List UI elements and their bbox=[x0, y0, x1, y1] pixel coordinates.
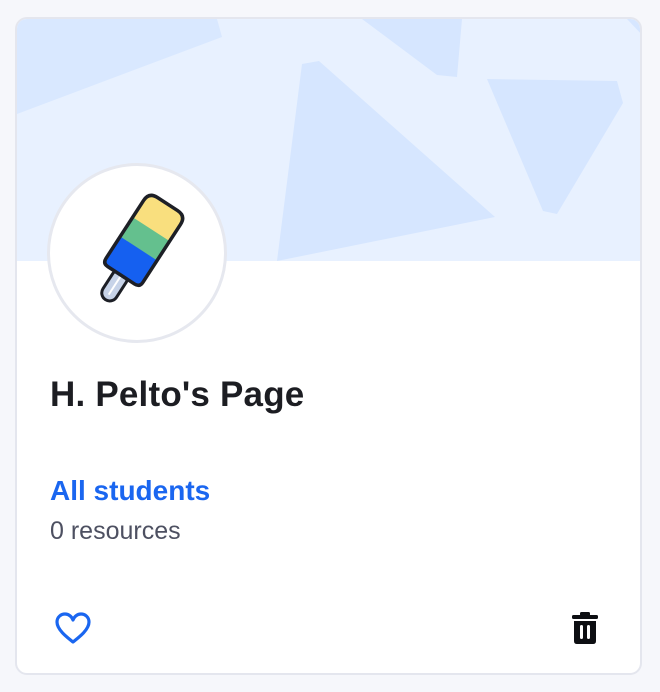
popsicle-icon bbox=[77, 191, 197, 316]
favorite-button[interactable] bbox=[49, 605, 97, 653]
page-title: H. Pelto's Page bbox=[50, 375, 305, 414]
heart-icon bbox=[54, 611, 92, 648]
delete-button[interactable] bbox=[561, 605, 609, 653]
avatar bbox=[47, 163, 227, 343]
resource-count: 0 resources bbox=[50, 517, 181, 545]
trash-icon bbox=[571, 611, 599, 648]
page-card[interactable]: H. Pelto's Page All students 0 resources bbox=[15, 17, 642, 675]
audience-link[interactable]: All students bbox=[50, 475, 210, 507]
